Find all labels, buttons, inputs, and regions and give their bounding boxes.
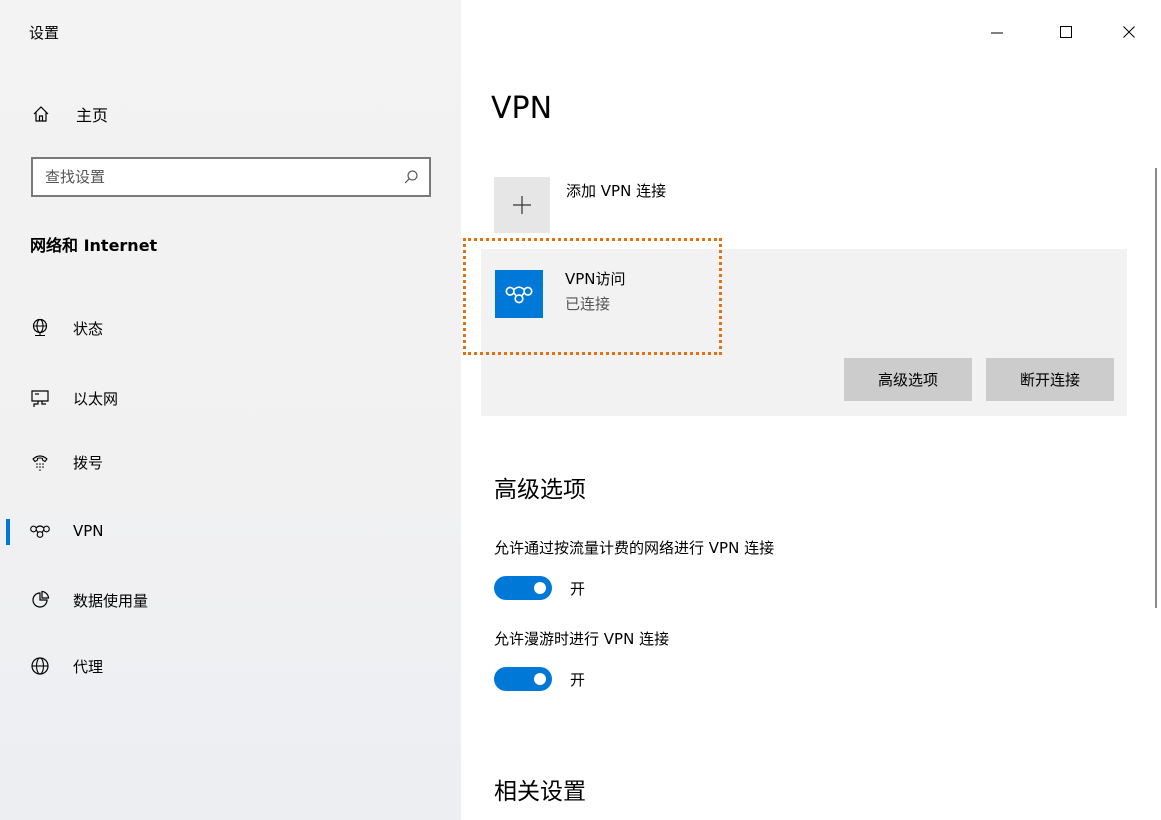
maximize-button[interactable] (1048, 14, 1084, 50)
add-vpn-label: 添加 VPN 连接 (566, 182, 667, 200)
sidebar-item-proxy[interactable]: 代理 (0, 646, 461, 686)
sidebar-item-dialup[interactable]: 拨号 (0, 442, 461, 482)
vpn-connection-card[interactable]: VPN访问 已连接 高级选项 断开连接 (481, 249, 1127, 416)
metered-option-label: 允许通过按流量计费的网络进行 VPN 连接 (494, 539, 775, 557)
home-icon (30, 103, 52, 125)
vpn-icon (29, 520, 51, 542)
globe-status-icon (29, 317, 51, 339)
page-title: VPN (491, 91, 553, 126)
roaming-option-label: 允许漫游时进行 VPN 连接 (494, 630, 670, 648)
metered-toggle-row[interactable]: 开 (494, 576, 585, 600)
section-title: 网络和 Internet (30, 236, 158, 255)
plus-icon (513, 196, 531, 214)
advanced-options-title: 高级选项 (494, 477, 586, 503)
home-nav-item[interactable]: 主页 (30, 100, 108, 128)
disconnect-button[interactable]: 断开连接 (986, 358, 1114, 401)
data-usage-icon (29, 589, 51, 611)
add-vpn-connection[interactable]: 添加 VPN 连接 (494, 177, 794, 233)
close-button[interactable] (1111, 14, 1147, 50)
sidebar-item-ethernet[interactable]: 以太网 (0, 378, 461, 418)
sidebar-item-label: 状态 (73, 319, 104, 338)
sidebar-item-status[interactable]: 状态 (0, 308, 461, 348)
search-icon[interactable] (393, 169, 429, 185)
home-label: 主页 (76, 106, 109, 125)
related-settings-title: 相关设置 (494, 779, 586, 805)
vpn-connection-name: VPN访问 (565, 270, 626, 288)
minimize-button[interactable] (979, 14, 1015, 50)
globe-icon (29, 655, 51, 677)
sidebar-item-label: 数据使用量 (73, 591, 149, 610)
advanced-options-button[interactable]: 高级选项 (844, 358, 972, 401)
sidebar-item-label: 拨号 (73, 453, 104, 472)
toggle-state-label: 开 (570, 579, 586, 598)
roaming-toggle-row[interactable]: 开 (494, 667, 585, 691)
main-content: VPN 添加 VPN 连接 VPN访问 已连接 高级选项 断开连接 高级选项 允… (461, 0, 1161, 820)
vpn-connection-icon (495, 270, 543, 318)
add-tile[interactable] (494, 177, 550, 233)
vpn-connection-status: 已连接 (565, 295, 611, 313)
sidebar-item-label: 代理 (73, 657, 104, 676)
settings-search-box[interactable] (31, 157, 431, 197)
sidebar-item-data-usage[interactable]: 数据使用量 (0, 580, 461, 620)
metered-toggle[interactable] (494, 576, 552, 600)
sidebar-item-vpn[interactable]: VPN (0, 511, 461, 551)
toggle-state-label: 开 (570, 670, 586, 689)
app-title: 设置 (29, 24, 60, 42)
ethernet-icon (29, 387, 51, 409)
dialup-icon (29, 451, 51, 473)
search-input[interactable] (33, 159, 393, 195)
roaming-toggle[interactable] (494, 667, 552, 691)
scrollbar[interactable] (1155, 168, 1157, 608)
sidebar: 设置 主页 网络和 Internet 状态 以太网 拨号 VP (0, 0, 461, 820)
sidebar-item-label: 以太网 (73, 389, 119, 408)
sidebar-item-label: VPN (73, 522, 104, 540)
